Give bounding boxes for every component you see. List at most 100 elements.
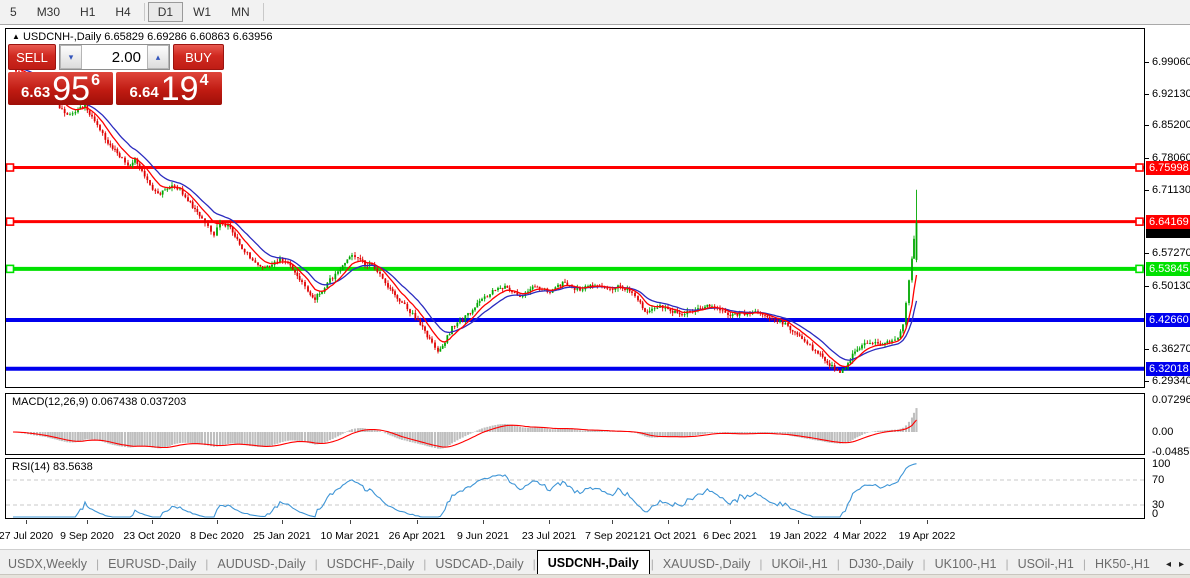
price-axis[interactable]: 6.990606.921306.852006.780606.711306.572… xyxy=(1145,28,1190,528)
candle-body xyxy=(121,157,123,158)
chart-tab-hk50[interactable]: HK50-,H1 xyxy=(1087,553,1158,575)
ask-quote[interactable]: 6.64 19 4 xyxy=(116,72,222,105)
tab-separator: | xyxy=(922,557,925,571)
date-axis-label: 7 Sep 2021 xyxy=(585,530,639,542)
date-axis-label: 25 Jan 2021 xyxy=(253,530,311,542)
candle-body xyxy=(824,357,826,361)
chart-tab-usdchf[interactable]: USDCHF-,Daily xyxy=(319,553,423,575)
line-handle-icon[interactable] xyxy=(7,265,14,272)
candle-body xyxy=(319,294,321,295)
macd-indicator-label: MACD(12,26,9) 0.067438 0.037203 xyxy=(12,396,186,408)
line-handle-icon[interactable] xyxy=(7,164,14,171)
chart-tab-usdx[interactable]: USDX,Weekly xyxy=(0,553,95,575)
timeframe-button-w1[interactable]: W1 xyxy=(183,2,221,22)
tabbar-bottom-strip xyxy=(0,574,1190,578)
price-axis-label: 6.85200 xyxy=(1152,119,1190,131)
candle-body xyxy=(787,323,789,326)
timeframe-button-h1[interactable]: H1 xyxy=(70,2,105,22)
date-axis-label: 4 Mar 2022 xyxy=(833,530,886,542)
candle-body xyxy=(417,319,419,320)
price-axis-label: 6.71130 xyxy=(1152,184,1190,196)
candle-body xyxy=(469,313,471,314)
candle-body xyxy=(312,295,314,297)
candle-body xyxy=(459,320,461,323)
candle-body xyxy=(549,292,551,293)
candle-body xyxy=(734,314,736,315)
axis-tick xyxy=(1145,349,1149,350)
volume-decrease-icon[interactable]: ▾ xyxy=(60,45,82,69)
candle-body xyxy=(164,190,166,191)
candle-body xyxy=(339,270,341,271)
date-axis-label: 8 Dec 2020 xyxy=(190,530,244,542)
tab-scroll-right-icon[interactable]: ▸ xyxy=(1179,559,1184,570)
rsi-axis-label: 0 xyxy=(1152,508,1158,520)
candle-body xyxy=(94,116,96,121)
bid-prefix: 6.63 xyxy=(21,84,50,101)
chart-tab-eurusd[interactable]: EURUSD-,Daily xyxy=(100,553,204,575)
candle-body xyxy=(874,342,876,343)
date-tick xyxy=(668,520,669,524)
tab-scroll-left-icon[interactable]: ◂ xyxy=(1166,559,1171,570)
chart-tab-xauusd[interactable]: XAUUSD-,Daily xyxy=(655,553,759,575)
chart-ohlc-values: 6.65829 6.69286 6.60863 6.63956 xyxy=(104,31,272,43)
candle-body xyxy=(66,113,68,114)
candle-body xyxy=(159,193,161,194)
level-price-label: 6.75998 xyxy=(1146,161,1190,175)
candle-body xyxy=(199,212,201,216)
bid-quote[interactable]: 6.63 95 6 xyxy=(8,72,113,105)
timeframe-button-m30[interactable]: M30 xyxy=(27,2,70,22)
line-handle-icon[interactable] xyxy=(1136,265,1143,272)
chart-title: ▲ USDCNH-,Daily 6.65829 6.69286 6.60863 … xyxy=(12,31,273,43)
candle-body xyxy=(454,326,456,327)
candle-body xyxy=(894,340,896,341)
date-tick xyxy=(730,520,731,524)
line-handle-icon[interactable] xyxy=(1136,164,1143,171)
candle-body xyxy=(861,345,863,348)
timeframe-button-mn[interactable]: MN xyxy=(221,2,260,22)
chart-tab-usdcnh[interactable]: USDCNH-,Daily xyxy=(537,550,650,577)
candle-body xyxy=(492,290,494,294)
candle-body xyxy=(264,267,266,268)
candle-body xyxy=(316,294,318,300)
candle-body xyxy=(771,319,773,320)
candle-body xyxy=(444,343,446,346)
timeframe-button-5[interactable]: 5 xyxy=(0,2,27,22)
level-price-label: 6.64169 xyxy=(1146,215,1190,229)
candle-body xyxy=(669,309,671,311)
chart-tab-audusd[interactable]: AUDUSD-,Daily xyxy=(209,553,313,575)
chart-tab-ukoil[interactable]: UKOil-,H1 xyxy=(763,553,835,575)
candle-body xyxy=(864,343,866,345)
sell-button[interactable]: SELL xyxy=(8,44,56,70)
candle-body xyxy=(139,164,141,169)
date-axis-label: 19 Jan 2022 xyxy=(769,530,827,542)
line-handle-icon[interactable] xyxy=(7,218,14,225)
volume-increase-icon[interactable]: ▴ xyxy=(147,45,169,69)
buy-button[interactable]: BUY xyxy=(173,44,224,70)
candle-body xyxy=(536,287,538,288)
candle-body xyxy=(624,289,626,290)
chart-tab-usdcad[interactable]: USDCAD-,Daily xyxy=(427,553,531,575)
timeframe-button-d1[interactable]: D1 xyxy=(148,2,183,22)
chart-tab-dj30[interactable]: DJ30-,Daily xyxy=(841,553,922,575)
candle-body xyxy=(349,257,351,260)
timeframe-button-h4[interactable]: H4 xyxy=(105,2,140,22)
candle-body xyxy=(89,110,91,114)
candle-body xyxy=(799,334,801,335)
chart-tab-uk100[interactable]: UK100-,H1 xyxy=(927,553,1005,575)
rsi-line xyxy=(13,464,917,517)
candle-body xyxy=(481,299,483,301)
candle-body xyxy=(534,287,536,288)
volume-field[interactable]: 2.00 xyxy=(82,45,147,69)
candle-body xyxy=(829,363,831,366)
candle-body xyxy=(64,109,66,113)
rsi-canvas[interactable] xyxy=(6,459,1144,518)
candle-body xyxy=(654,308,656,309)
candle-body xyxy=(902,325,904,332)
candle-body xyxy=(886,341,888,343)
macd-axis-label: 0.072963 xyxy=(1152,394,1190,406)
candle-body xyxy=(246,252,248,253)
chart-tab-usoil[interactable]: USOil-,H1 xyxy=(1010,553,1082,575)
candle-body xyxy=(269,266,271,267)
candle-body xyxy=(396,295,398,299)
line-handle-icon[interactable] xyxy=(1136,218,1143,225)
